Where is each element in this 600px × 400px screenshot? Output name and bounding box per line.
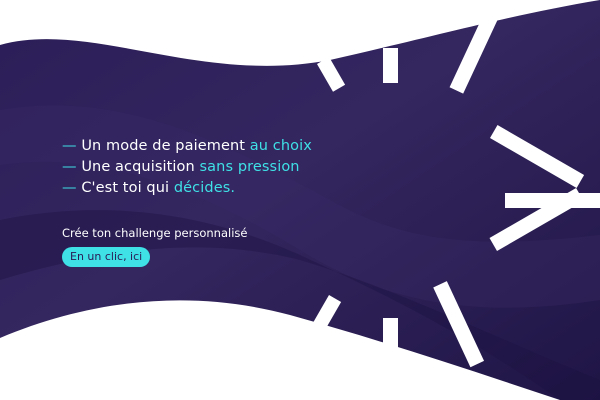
bullet-highlight: au choix	[249, 138, 312, 154]
cta-label: Crée ton challenge personnalisé	[62, 226, 248, 240]
bullet-text: C'est toi qui	[81, 180, 170, 196]
cta-button[interactable]: En un clic, ici	[62, 247, 151, 267]
bullet-dash: —	[62, 180, 77, 196]
banner-content: — Un mode de paiement au choix — Une acq…	[62, 136, 382, 267]
bullet-payment: — Un mode de paiement au choix	[62, 136, 382, 157]
bullet-decision: — C'est toi qui décides.	[62, 178, 382, 199]
bullet-text: Une acquisition	[81, 159, 195, 175]
bullet-dash: —	[62, 138, 77, 154]
bullet-highlight: décides.	[173, 180, 236, 196]
bullet-acquisition: — Une acquisition sans pression	[62, 157, 382, 178]
banner: — Un mode de paiement au choix — Une acq…	[0, 0, 600, 400]
bullet-dash: —	[62, 159, 77, 175]
bullet-highlight: sans pression	[199, 159, 300, 175]
bullet-text: Un mode de paiement	[81, 138, 246, 154]
